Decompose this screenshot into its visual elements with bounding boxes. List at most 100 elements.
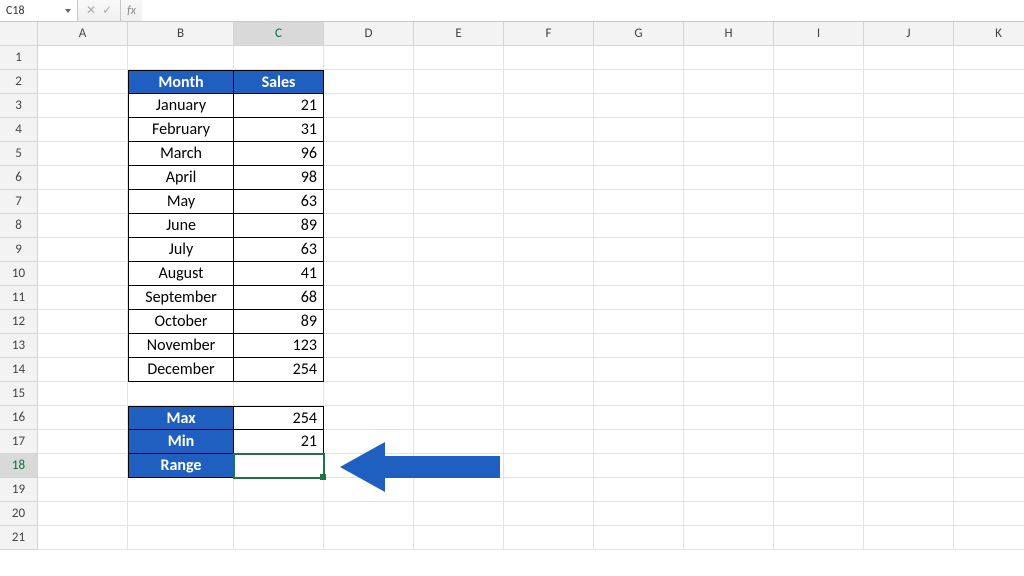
cell-H5[interactable] — [684, 142, 774, 166]
cell-D9[interactable] — [324, 238, 414, 262]
cell-D5[interactable] — [324, 142, 414, 166]
cell-K13[interactable] — [954, 334, 1024, 358]
cell-J3[interactable] — [864, 94, 954, 118]
cell-J16[interactable] — [864, 406, 954, 430]
cell-J1[interactable] — [864, 46, 954, 70]
cell-A15[interactable] — [38, 382, 128, 406]
col-header-J[interactable]: J — [864, 22, 954, 46]
cell-A18[interactable] — [38, 454, 128, 478]
cell-K20[interactable] — [954, 502, 1024, 526]
row-header-18[interactable]: 18 — [0, 454, 38, 478]
cell-E1[interactable] — [414, 46, 504, 70]
cell-E15[interactable] — [414, 382, 504, 406]
cell-H4[interactable] — [684, 118, 774, 142]
row-header-7[interactable]: 7 — [0, 190, 38, 214]
cell-J6[interactable] — [864, 166, 954, 190]
cell-J18[interactable] — [864, 454, 954, 478]
cell-F6[interactable] — [504, 166, 594, 190]
cell-I13[interactable] — [774, 334, 864, 358]
cell-G19[interactable] — [594, 478, 684, 502]
name-box[interactable]: C18 — [0, 0, 78, 21]
cell-sales-2[interactable]: 96 — [234, 142, 324, 166]
cell-K19[interactable] — [954, 478, 1024, 502]
row-header-6[interactable]: 6 — [0, 166, 38, 190]
cell-J21[interactable] — [864, 526, 954, 550]
cell-G15[interactable] — [594, 382, 684, 406]
cell-F18[interactable] — [504, 454, 594, 478]
row-header-8[interactable]: 8 — [0, 214, 38, 238]
cell-A11[interactable] — [38, 286, 128, 310]
cell-J19[interactable] — [864, 478, 954, 502]
cell-G12[interactable] — [594, 310, 684, 334]
cell-J5[interactable] — [864, 142, 954, 166]
cell-A14[interactable] — [38, 358, 128, 382]
row-header-12[interactable]: 12 — [0, 310, 38, 334]
cell-D16[interactable] — [324, 406, 414, 430]
cell-G6[interactable] — [594, 166, 684, 190]
cell-E21[interactable] — [414, 526, 504, 550]
table-header-month[interactable]: Month — [128, 70, 234, 94]
cell-F8[interactable] — [504, 214, 594, 238]
stat-label-max[interactable]: Max — [128, 406, 234, 430]
row-header-16[interactable]: 16 — [0, 406, 38, 430]
cell-B20[interactable] — [128, 502, 234, 526]
cell-K21[interactable] — [954, 526, 1024, 550]
cell-A21[interactable] — [38, 526, 128, 550]
col-header-K[interactable]: K — [954, 22, 1024, 46]
cell-A10[interactable] — [38, 262, 128, 286]
cell-H15[interactable] — [684, 382, 774, 406]
cell-sales-10[interactable]: 123 — [234, 334, 324, 358]
row-header-21[interactable]: 21 — [0, 526, 38, 550]
cell-month-7[interactable]: August — [128, 262, 234, 286]
cell-E2[interactable] — [414, 70, 504, 94]
cell-K4[interactable] — [954, 118, 1024, 142]
col-header-F[interactable]: F — [504, 22, 594, 46]
cell-C19[interactable] — [234, 478, 324, 502]
row-header-17[interactable]: 17 — [0, 430, 38, 454]
cell-D6[interactable] — [324, 166, 414, 190]
cell-H1[interactable] — [684, 46, 774, 70]
cell-J13[interactable] — [864, 334, 954, 358]
row-header-3[interactable]: 3 — [0, 94, 38, 118]
cell-D13[interactable] — [324, 334, 414, 358]
cell-F12[interactable] — [504, 310, 594, 334]
cell-H17[interactable] — [684, 430, 774, 454]
cell-K18[interactable] — [954, 454, 1024, 478]
cell-B15[interactable] — [128, 382, 234, 406]
cell-D4[interactable] — [324, 118, 414, 142]
cell-C20[interactable] — [234, 502, 324, 526]
cell-I12[interactable] — [774, 310, 864, 334]
cell-month-2[interactable]: March — [128, 142, 234, 166]
cell-G14[interactable] — [594, 358, 684, 382]
cell-K15[interactable] — [954, 382, 1024, 406]
cell-K14[interactable] — [954, 358, 1024, 382]
cell-sales-11[interactable]: 254 — [234, 358, 324, 382]
cell-E11[interactable] — [414, 286, 504, 310]
cell-G5[interactable] — [594, 142, 684, 166]
cell-I10[interactable] — [774, 262, 864, 286]
col-header-E[interactable]: E — [414, 22, 504, 46]
cell-sales-5[interactable]: 89 — [234, 214, 324, 238]
cell-E20[interactable] — [414, 502, 504, 526]
cell-K12[interactable] — [954, 310, 1024, 334]
cell-K5[interactable] — [954, 142, 1024, 166]
cell-D10[interactable] — [324, 262, 414, 286]
row-header-10[interactable]: 10 — [0, 262, 38, 286]
cell-F1[interactable] — [504, 46, 594, 70]
cell-I5[interactable] — [774, 142, 864, 166]
fx-icon[interactable]: fx — [121, 4, 142, 18]
cell-F11[interactable] — [504, 286, 594, 310]
cell-month-4[interactable]: May — [128, 190, 234, 214]
cell-J11[interactable] — [864, 286, 954, 310]
cell-K2[interactable] — [954, 70, 1024, 94]
cell-J14[interactable] — [864, 358, 954, 382]
cell-E7[interactable] — [414, 190, 504, 214]
cell-G17[interactable] — [594, 430, 684, 454]
row-header-13[interactable]: 13 — [0, 334, 38, 358]
cell-I19[interactable] — [774, 478, 864, 502]
cell-H16[interactable] — [684, 406, 774, 430]
cell-A20[interactable] — [38, 502, 128, 526]
cell-month-3[interactable]: April — [128, 166, 234, 190]
cell-I17[interactable] — [774, 430, 864, 454]
cell-I3[interactable] — [774, 94, 864, 118]
